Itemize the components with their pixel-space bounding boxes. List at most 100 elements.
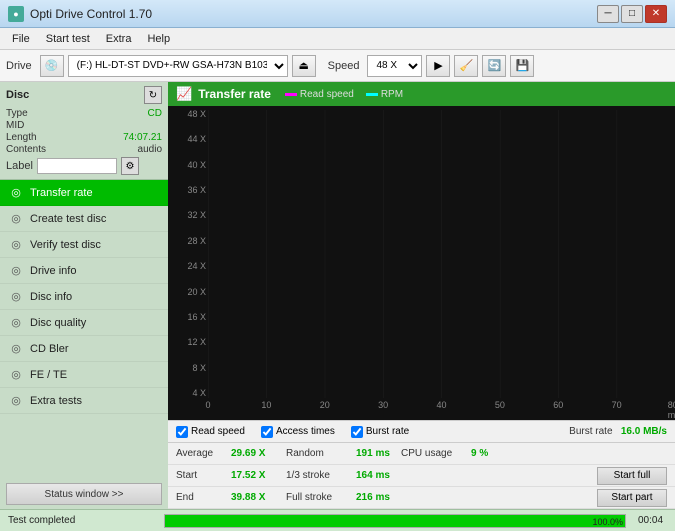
disc-type-label: Type [6,108,28,119]
extra-tests-icon: ◎ [8,393,24,409]
stats-row-3: End 39.88 X Full stroke 216 ms Start par… [168,487,675,509]
x-label-50: 50 [495,400,505,410]
eject-button[interactable]: ⏏ [292,55,316,77]
cb-burst-rate-label: Burst rate [366,426,409,437]
disc-contents-label: Contents [6,144,46,155]
clear-button[interactable]: 🧹 [454,55,478,77]
stat-start-value: 17.52 X [231,470,286,481]
cb-access-times-input[interactable] [261,426,273,438]
start-part-button[interactable]: Start part [597,489,667,507]
menu-extra[interactable]: Extra [98,31,140,47]
disc-label-input[interactable] [37,158,117,174]
legend-read-speed-color [285,93,297,96]
speed-label: Speed [328,60,360,72]
sidebar-item-label: Verify test disc [30,239,101,251]
stat-fullstroke-value: 216 ms [356,492,401,503]
start-full-button[interactable]: Start full [597,467,667,485]
chart-header: 📈 Transfer rate Read speed RPM [168,82,675,106]
stat-cpu-label: CPU usage [401,448,471,459]
disc-type-value: CD [148,108,162,119]
disc-mid-row: MID [6,120,162,131]
y-label-12x: 12 X [170,338,206,347]
x-label-0: 0 [205,400,210,410]
sidebar-item-verify-test-disc[interactable]: ◎ Verify test disc [0,232,168,258]
y-label-16x: 16 X [170,313,206,322]
legend-rpm-color [366,93,378,96]
disc-panel-title: Disc [6,89,29,101]
main-content: Disc ↻ Type CD MID Length 74:07.21 Conte… [0,82,675,509]
y-label-24x: 24 X [170,262,206,271]
status-bar: Test completed 100.0% 00:04 [0,509,675,531]
menu-start-test[interactable]: Start test [38,31,98,47]
cb-read-speed-label: Read speed [191,426,245,437]
stat-fullstroke-label: Full stroke [286,492,356,503]
stats-area: Average 29.69 X Random 191 ms CPU usage … [168,442,675,509]
drive-select[interactable]: (F:) HL-DT-ST DVD+-RW GSA-H73N B103 [68,55,288,77]
sidebar-item-label: CD Bler [30,343,69,355]
sidebar-item-extra-tests[interactable]: ◎ Extra tests [0,388,168,414]
burst-rate-label: Burst rate [569,426,612,437]
chart-title: Transfer rate [198,87,271,101]
sidebar-item-disc-quality[interactable]: ◎ Disc quality [0,310,168,336]
x-label-20: 20 [320,400,330,410]
chart-area: 📈 Transfer rate Read speed RPM 4 X [168,82,675,420]
burst-rate-display: Burst rate 16.0 MB/s [569,426,667,437]
stat-random-value: 191 ms [356,448,401,459]
cb-read-speed-input[interactable] [176,426,188,438]
save-button[interactable]: 💾 [510,55,534,77]
status-window-btn[interactable]: Status window >> [6,483,162,505]
minimize-button[interactable]: ─ [597,5,619,23]
sidebar-item-cd-bler[interactable]: ◎ CD Bler [0,336,168,362]
drive-icon-btn[interactable]: 💿 [40,55,64,77]
disc-mid-label: MID [6,120,24,131]
maximize-button[interactable]: □ [621,5,643,23]
disc-length-row: Length 74:07.21 [6,132,162,143]
sidebar-item-fe-te[interactable]: ◎ FE / TE [0,362,168,388]
window-title: Opti Drive Control 1.70 [30,7,152,21]
progress-bar-container: 100.0% [164,514,626,528]
legend-read-speed-label: Read speed [300,89,354,100]
checkboxes-row: Read speed Access times Burst rate Burst… [168,420,675,442]
cb-access-times-label: Access times [276,426,335,437]
sidebar-item-disc-info[interactable]: ◎ Disc info [0,284,168,310]
disc-contents-row: Contents audio [6,144,162,155]
y-label-44x: 44 X [170,135,206,144]
sidebar-item-create-test-disc[interactable]: ◎ Create test disc [0,206,168,232]
disc-info-icon: ◎ [8,289,24,305]
disc-contents-value: audio [138,144,162,155]
cb-burst-rate-input[interactable] [351,426,363,438]
y-label-8x: 8 X [170,364,206,373]
disc-panel: Disc ↻ Type CD MID Length 74:07.21 Conte… [0,82,168,180]
transfer-rate-icon: ◎ [8,185,24,201]
chart-container: 4 X 8 X 12 X 16 X 20 X 24 X 28 X 32 X 36… [168,106,675,420]
progress-percent: 100.0% [592,515,623,529]
y-axis: 4 X 8 X 12 X 16 X 20 X 24 X 28 X 32 X 36… [168,110,208,398]
menu-help[interactable]: Help [139,31,178,47]
stats-row-1: Average 29.69 X Random 191 ms CPU usage … [168,443,675,465]
x-label-80: 80 min [668,400,675,420]
sidebar-item-label: Transfer rate [30,187,93,199]
x-label-70: 70 [612,400,622,410]
chart-svg [208,110,675,398]
y-label-48x: 48 X [170,110,206,119]
stat-end-value: 39.88 X [231,492,286,503]
refresh-button[interactable]: 🔄 [482,55,506,77]
disc-label-btn[interactable]: ⚙ [121,157,139,175]
stat-cpu-value: 9 % [471,448,501,459]
menu-file[interactable]: File [4,31,38,47]
sidebar-item-label: Disc quality [30,317,86,329]
disc-type-row: Type CD [6,108,162,119]
stat-13stroke-value: 164 ms [356,470,401,481]
close-button[interactable]: ✕ [645,5,667,23]
sidebar-item-drive-info[interactable]: ◎ Drive info [0,258,168,284]
disc-refresh-btn[interactable]: ↻ [144,86,162,104]
stat-avg-label: Average [176,448,231,459]
stats-row-2: Start 17.52 X 1/3 stroke 164 ms Start fu… [168,465,675,487]
speed-arrow-btn[interactable]: ▶ [426,55,450,77]
sidebar-item-label: Extra tests [30,395,82,407]
sidebar-item-transfer-rate[interactable]: ◎ Transfer rate [0,180,168,206]
disc-length-value: 74:07.21 [123,132,162,143]
status-text: Test completed [0,515,160,526]
time-display: 00:04 [630,515,675,526]
speed-select[interactable]: 48 X [367,55,422,77]
